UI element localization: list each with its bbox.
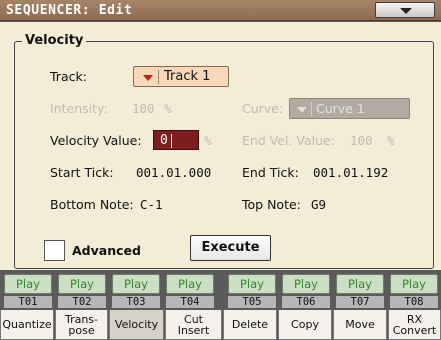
play-button-t05[interactable]: Play xyxy=(228,274,276,294)
tab-label: Delete xyxy=(231,318,269,331)
text-cursor xyxy=(171,134,172,148)
tab-label: Copy xyxy=(291,318,319,331)
tab-label: Velocity xyxy=(114,318,159,331)
velocity-value-field[interactable]: 0 xyxy=(153,130,199,150)
page-menu-button[interactable] xyxy=(375,2,435,18)
track-number: T07 xyxy=(336,296,384,308)
end-vel-value-label: End Vel. Value: xyxy=(242,133,335,148)
play-button-t03[interactable]: Play xyxy=(112,274,160,294)
play-button-t02[interactable]: Play xyxy=(58,274,106,294)
velocity-panel: Velocity Track: Track 1 Intensity: 100 %… xyxy=(0,22,441,270)
divider xyxy=(311,102,312,116)
velocity-value-label: Velocity Value: xyxy=(50,133,142,148)
track-select-value: Track 1 xyxy=(164,69,211,84)
tab-rx-convert[interactable]: RX Convert xyxy=(388,310,441,340)
bottom-note-label: Bottom Note: xyxy=(50,197,134,212)
bottom-note-value[interactable]: C-1 xyxy=(140,197,163,212)
section-title: Velocity xyxy=(22,33,87,48)
play-button-t07[interactable]: Play xyxy=(336,274,384,294)
play-button-t06[interactable]: Play xyxy=(282,274,330,294)
tab-label: Cut Insert xyxy=(177,312,210,337)
play-button-t04[interactable]: Play xyxy=(166,274,214,294)
play-button-t08[interactable]: Play xyxy=(390,274,438,294)
dropdown-arrow-icon xyxy=(143,75,153,81)
track-number: T06 xyxy=(282,296,330,308)
track-select[interactable]: Track 1 xyxy=(133,66,229,87)
velocity-value-unit: % xyxy=(204,133,212,148)
tab-quantize[interactable]: Quantize xyxy=(0,310,54,340)
tab-label: Quantize xyxy=(2,318,52,331)
end-tick-label: End Tick: xyxy=(242,165,299,180)
play-button-t01[interactable]: Play xyxy=(4,274,52,294)
end-vel-value: 100 xyxy=(350,133,373,148)
end-vel-value-unit: % xyxy=(387,133,395,148)
intensity-unit: % xyxy=(164,101,172,116)
advanced-label: Advanced xyxy=(72,243,141,258)
tab-copy[interactable]: Copy xyxy=(278,310,332,340)
execute-button[interactable]: Execute xyxy=(190,235,271,261)
track-number: T03 xyxy=(112,296,160,308)
track-number: T02 xyxy=(58,296,106,308)
tab-move[interactable]: Move xyxy=(333,310,387,340)
page-title: SEQUENCER: Edit xyxy=(6,3,133,18)
track-number: T08 xyxy=(390,296,438,308)
tab-label: RX Convert xyxy=(392,312,437,337)
tab-delete[interactable]: Delete xyxy=(223,310,277,340)
start-tick-label: Start Tick: xyxy=(50,165,114,180)
title-bar: SEQUENCER: Edit xyxy=(0,0,441,21)
intensity-label: Intensity: xyxy=(50,101,108,116)
start-tick-value[interactable]: 001.01.000 xyxy=(136,165,211,180)
dropdown-arrow-icon xyxy=(297,107,307,113)
curve-select-value: Curve 1 xyxy=(316,101,365,116)
track-number: T05 xyxy=(228,296,276,308)
track-number: T04 xyxy=(166,296,214,308)
advanced-checkbox[interactable] xyxy=(44,240,65,261)
bottom-controls: Play Play Play Play Play Play Play Play … xyxy=(0,270,441,340)
track-label: Track: xyxy=(50,69,87,84)
tab-velocity[interactable]: Velocity xyxy=(109,310,164,340)
curve-label: Curve: xyxy=(242,101,284,116)
intensity-value: 100 xyxy=(132,101,155,116)
velocity-value: 0 xyxy=(160,133,168,148)
top-note-value[interactable]: G9 xyxy=(311,197,326,212)
tab-cut-insert[interactable]: Cut Insert xyxy=(165,310,222,340)
track-number: T01 xyxy=(4,296,52,308)
tab-label: Move xyxy=(345,318,375,331)
curve-select: Curve 1 xyxy=(289,98,410,119)
chevron-down-icon xyxy=(400,8,412,14)
tab-label: Trans- pose xyxy=(64,312,99,337)
tab-transpose[interactable]: Trans- pose xyxy=(55,310,108,340)
divider xyxy=(158,70,159,84)
sequencer-edit-screen: SEQUENCER: Edit Velocity Track: Track 1 … xyxy=(0,0,441,340)
end-tick-value[interactable]: 001.01.192 xyxy=(313,165,388,180)
top-note-label: Top Note: xyxy=(242,197,301,212)
